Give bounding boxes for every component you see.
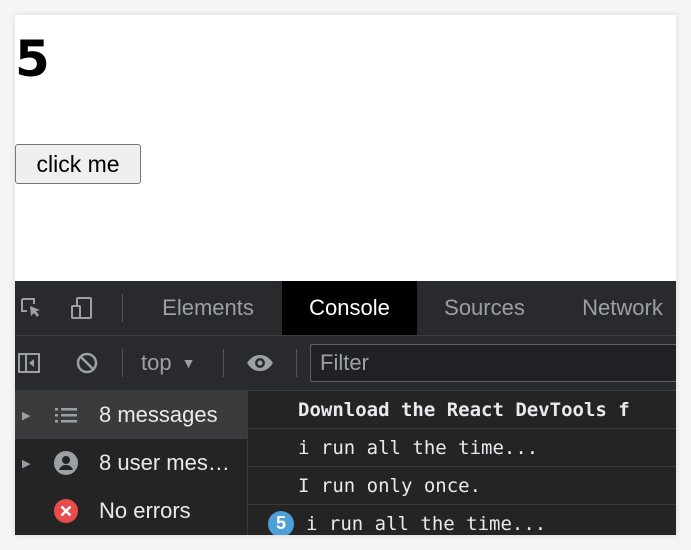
tab-sources[interactable]: Sources: [417, 281, 552, 335]
toolbar-divider: [122, 349, 123, 377]
expand-arrow-icon[interactable]: ▶: [22, 409, 30, 422]
clear-console-icon[interactable]: [75, 351, 99, 375]
console-message[interactable]: I run only once.: [248, 467, 676, 505]
console-log: Download the React DevTools f i run all …: [248, 391, 676, 535]
click-me-button[interactable]: click me: [15, 144, 141, 184]
browser-viewport: 5 click me Elements Console Sources Netw…: [15, 15, 676, 535]
message-text: Download the React DevTools f: [298, 398, 630, 421]
console-sidebar: ▶ 8 messages ▶ 8 user mes… No errors: [15, 391, 248, 535]
console-message[interactable]: Download the React DevTools f: [248, 391, 676, 429]
tab-network[interactable]: Network: [560, 281, 676, 335]
console-toolbar: top ▼ Filter: [15, 336, 676, 391]
context-selector[interactable]: top ▼: [141, 336, 195, 390]
page-content: 5 click me: [15, 15, 676, 281]
tabbar-divider: [122, 294, 123, 322]
tab-console[interactable]: Console: [282, 281, 417, 335]
sidebar-item-user-messages[interactable]: ▶ 8 user mes…: [15, 439, 247, 487]
context-label: top: [141, 350, 172, 375]
sidebar-item-messages[interactable]: ▶ 8 messages: [15, 391, 247, 439]
user-icon: [54, 451, 78, 475]
sidebar-item-label: 8 user mes…: [99, 450, 230, 475]
expand-arrow-icon[interactable]: ▶: [22, 457, 30, 470]
toolbar-divider-2: [223, 349, 224, 377]
console-message[interactable]: 5 i run all the time...: [248, 505, 676, 535]
dropdown-arrow-icon: ▼: [181, 355, 196, 371]
sidebar-item-label: 8 messages: [99, 402, 218, 427]
toolbar-divider-3: [296, 349, 297, 377]
filter-input[interactable]: Filter: [310, 344, 676, 382]
counter-heading: 5: [15, 30, 50, 88]
inspect-element-icon[interactable]: [19, 296, 43, 320]
sidebar-item-label: No errors: [99, 498, 191, 523]
message-text: I run only once.: [298, 474, 482, 497]
list-icon: [55, 408, 77, 423]
error-icon: [54, 499, 78, 523]
device-toolbar-icon[interactable]: [70, 296, 94, 320]
sidebar-item-errors[interactable]: No errors: [15, 487, 247, 535]
devtools-panel: Elements Console Sources Network top ▼ F…: [15, 281, 676, 535]
message-text: i run all the time...: [298, 436, 539, 459]
message-text: i run all the time...: [306, 512, 547, 535]
tab-elements[interactable]: Elements: [143, 281, 273, 335]
sidebar-toggle-icon[interactable]: [17, 351, 41, 375]
live-expression-eye-icon[interactable]: [245, 351, 275, 375]
repeat-count-badge: 5: [268, 510, 294, 535]
devtools-tabbar: Elements Console Sources Network: [15, 281, 676, 336]
console-message[interactable]: i run all the time...: [248, 429, 676, 467]
